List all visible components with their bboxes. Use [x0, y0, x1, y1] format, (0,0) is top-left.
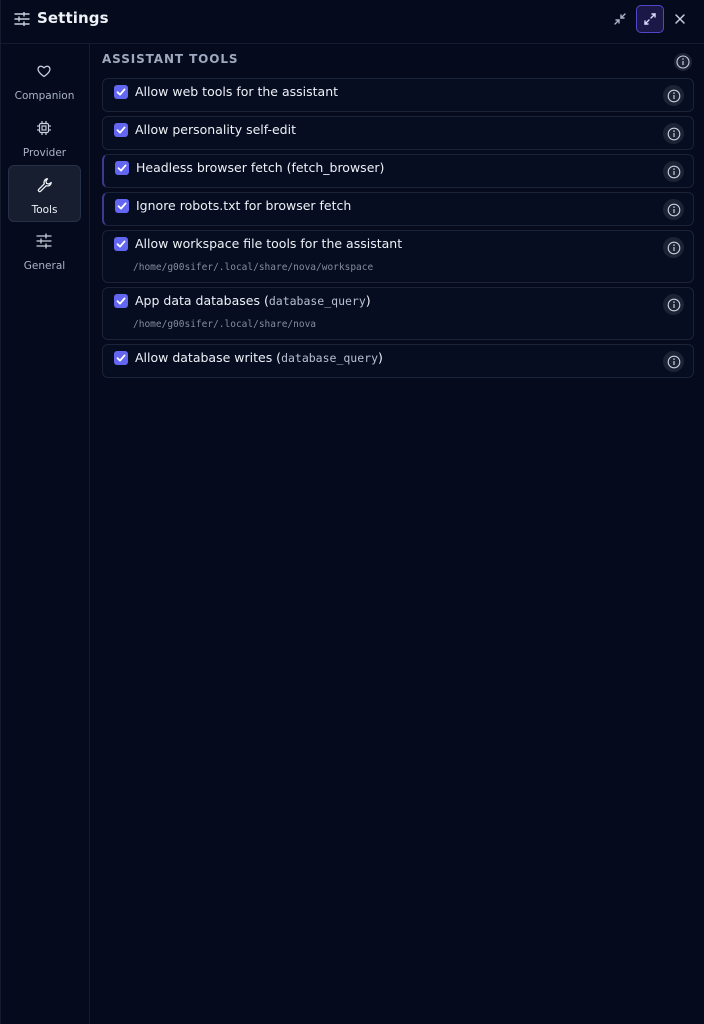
setting-row-headless-browser: Headless browser fetch (fetch_browser) — [102, 154, 694, 188]
tool-name-code: database_query — [281, 351, 378, 365]
tool-name-code: database_query — [268, 294, 366, 308]
sidebar-item-label: General — [23, 260, 66, 272]
info-button[interactable] — [663, 237, 684, 258]
check-icon — [117, 164, 127, 172]
database-writes-checkbox[interactable] — [114, 351, 128, 365]
info-icon — [667, 241, 680, 254]
expand-button[interactable] — [636, 5, 664, 33]
setting-label: Allow database writes (database_query) — [135, 350, 383, 365]
info-button[interactable] — [663, 85, 684, 106]
setting-row-database-writes: Allow database writes (database_query) — [102, 344, 694, 378]
info-button[interactable] — [663, 351, 684, 372]
web-tools-checkbox[interactable] — [114, 85, 128, 99]
wrench-icon — [37, 178, 52, 193]
info-icon — [667, 355, 680, 368]
expand-arrows-icon — [644, 13, 656, 25]
headless-browser-checkbox[interactable] — [115, 161, 129, 175]
info-icon[interactable] — [673, 52, 693, 72]
sidebar-item-general[interactable]: General — [8, 222, 81, 279]
setting-row-personality: Allow personality self-edit — [102, 116, 694, 150]
setting-row-web-tools: Allow web tools for the assistant — [102, 78, 694, 112]
sidebar-item-label: Tools — [31, 204, 58, 216]
setting-row-ignore-robots: Ignore robots.txt for browser fetch — [102, 192, 694, 226]
setting-label: Allow personality self-edit — [135, 122, 296, 137]
section-title: ASSISTANT TOOLS — [102, 52, 239, 66]
sidebar: Companion Provider Tools General — [1, 44, 90, 1024]
close-button[interactable] — [666, 5, 694, 33]
check-icon — [116, 88, 126, 96]
heart-icon — [37, 65, 51, 78]
check-icon — [117, 202, 127, 210]
header: Settings — [1, 0, 704, 44]
setting-row-workspace-files: Allow workspace file tools for the assis… — [102, 230, 694, 283]
sidebar-item-label: Provider — [22, 147, 67, 159]
close-icon — [675, 14, 685, 24]
setting-label: Ignore robots.txt for browser fetch — [136, 198, 352, 213]
settings-window: Settings Companion Provider Tools Genera… — [0, 0, 704, 1024]
workspace-path: /home/g00sifer/.local/share/nova/workspa… — [133, 262, 374, 273]
setting-label: Headless browser fetch (fetch_browser) — [136, 160, 385, 175]
workspace-files-checkbox[interactable] — [114, 237, 128, 251]
app-databases-checkbox[interactable] — [114, 294, 128, 308]
check-icon — [116, 354, 126, 362]
setting-label: Allow web tools for the assistant — [135, 84, 339, 99]
chip-icon — [37, 121, 51, 135]
collapse-arrows-icon — [614, 13, 626, 25]
info-icon — [667, 298, 680, 311]
page-title: Settings — [37, 9, 109, 27]
setting-row-app-databases: App data databases (database_query) /hom… — [102, 287, 694, 340]
sidebar-item-label: Companion — [14, 90, 75, 102]
info-icon — [667, 203, 680, 216]
info-icon — [667, 127, 680, 140]
personality-checkbox[interactable] — [114, 123, 128, 137]
ignore-robots-checkbox[interactable] — [115, 199, 129, 213]
info-button[interactable] — [663, 199, 684, 220]
setting-label: App data databases (database_query) — [135, 293, 371, 308]
info-button[interactable] — [663, 123, 684, 144]
info-button[interactable] — [663, 161, 684, 182]
sidebar-item-companion[interactable]: Companion — [8, 52, 81, 109]
info-button[interactable] — [663, 294, 684, 315]
minimize-button[interactable] — [606, 5, 634, 33]
data-path: /home/g00sifer/.local/share/nova — [133, 319, 317, 330]
setting-label: Allow workspace file tools for the assis… — [135, 236, 403, 251]
info-icon — [667, 89, 680, 102]
sidebar-item-provider[interactable]: Provider — [8, 109, 81, 166]
info-icon — [667, 165, 680, 178]
sidebar-item-tools[interactable]: Tools — [8, 165, 81, 222]
settings-sliders-icon — [14, 12, 30, 26]
check-icon — [116, 297, 126, 305]
sliders-icon — [36, 233, 52, 249]
check-icon — [116, 240, 126, 248]
check-icon — [116, 126, 126, 134]
